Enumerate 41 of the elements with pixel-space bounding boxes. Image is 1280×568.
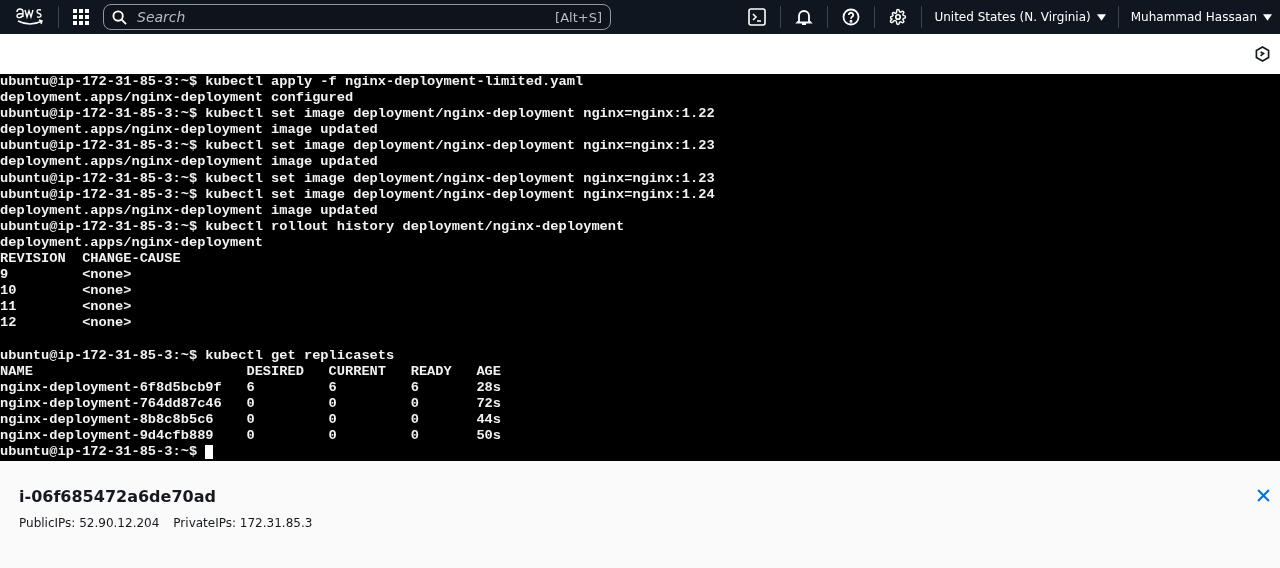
terminal-line: deployment.apps/nginx-deployment image updated: [0, 154, 378, 171]
search-bar[interactable]: Search [Alt+S]: [103, 4, 611, 30]
terminal-line: REVISION CHANGE-CAUSE: [0, 251, 181, 268]
caret-icon: [1263, 13, 1272, 21]
aws-logo-icon[interactable]: [14, 6, 46, 28]
instance-id: i-06f685472a6de70ad: [19, 487, 217, 506]
terminal-line: deployment.apps/nginx-deployment image updated: [0, 122, 378, 139]
terminal-line: ubuntu@ip-172-31-85-3:~$ kubectl set image deployment/nginx-deployment nginx=nginx:1.24: [0, 186, 715, 203]
terminal-line: deployment.apps/nginx-deployment image updated: [0, 202, 378, 219]
terminal-line: 12 <none>: [0, 315, 132, 332]
terminal-line: deployment.apps/nginx-deployment: [0, 234, 263, 252]
region-menu[interactable]: United States (N. Virginia): [934, 10, 1106, 24]
private-ips: PrivateIPs: 172.31.85.3: [173, 516, 313, 530]
terminal-line: ubuntu@ip-172-31-85-3:~$ kubectl set image deployment/nginx-deployment nginx=nginx:1.23: [0, 138, 715, 155]
public-ips: PublicIPs: 52.90.12.204: [19, 516, 160, 530]
apps-grid-icon[interactable]: [71, 7, 91, 27]
user-menu[interactable]: Muhammad Hassaan: [1130, 10, 1272, 24]
search-icon: [112, 9, 127, 25]
terminal-line: ubuntu@ip-172-31-85-3:~$ kubectl rollout history deployment/nginx-deployment: [0, 218, 625, 235]
terminal-line: 9 <none>: [0, 267, 132, 284]
close-icon[interactable]: [1255, 487, 1272, 504]
terminal-line: ubuntu@ip-172-31-85-3:~$ kubectl get replicasets: [0, 347, 395, 364]
terminal-line: 11 <none>: [0, 299, 132, 316]
shortcut-hint: [Alt+S]: [555, 9, 602, 25]
terminal-line: nginx-deployment-8b8c8b5c6 0 0 0 44s: [0, 411, 502, 429]
terminal-line: deployment.apps/nginx-deployment configured: [0, 90, 354, 107]
terminal-line: NAME DESIRED CURRENT READY AGE: [0, 363, 502, 380]
caret-icon: [1096, 13, 1106, 21]
terminal-line: ubuntu@ip-172-31-85-3:~$ kubectl set image deployment/nginx-deployment nginx=nginx:1.23: [0, 170, 715, 187]
terminal-line: nginx-deployment-764dd87c46 0 0 0 72s: [0, 395, 502, 412]
search-field[interactable]: Search: [135, 8, 548, 26]
terminal-line: nginx-deployment-6f8d5bcb9f 6 6 6 28s: [0, 379, 502, 396]
terminal-line: ubuntu@ip-172-31-85-3:~$ kubectl set image deployment/nginx-deployment nginx=nginx:1.22: [0, 106, 715, 123]
terminal-line: nginx-deployment-9d4cfb889 0 0 0 50s: [0, 428, 502, 445]
terminal-line: ubuntu@ip-172-31-85-3:~$ kubectl apply -f nginx-deployment-limited.yaml: [0, 74, 584, 91]
cursor-icon: [205, 445, 214, 460]
terminal-prompt: ubuntu@ip-172-31-85-3:~$: [0, 444, 198, 461]
terminal-screen[interactable]: [0, 74, 1280, 461]
hexagon-icon[interactable]: [1255, 46, 1270, 62]
terminal-icon[interactable]: [746, 6, 769, 28]
terminal-line: 10 <none>: [0, 283, 132, 300]
